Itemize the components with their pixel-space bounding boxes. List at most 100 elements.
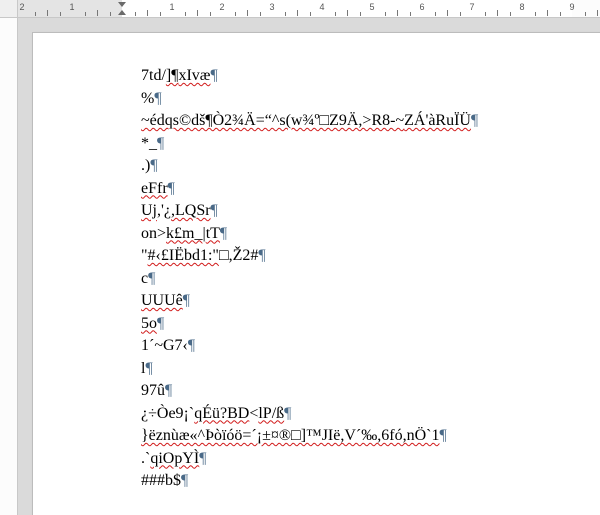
text-content[interactable]: 7td/]¶xIvæ¶%¶~édqs©dš¶Ò2¾Ä=“^s(w¾º□Z9Ä,>… xyxy=(141,65,600,493)
text-run[interactable]: .` xyxy=(141,450,150,467)
text-run[interactable]: □,Ž2# xyxy=(219,247,258,264)
text-line[interactable]: UUUê¶ xyxy=(141,290,600,313)
ruler-tick xyxy=(547,10,548,16)
ruler-number: 6 xyxy=(419,2,424,12)
spellcheck-error[interactable]: qÉü?BD xyxy=(194,405,249,422)
ruler-tick xyxy=(560,12,561,16)
text-run[interactable]: * xyxy=(141,135,149,152)
ruler-tick xyxy=(460,12,461,16)
ruler-corner xyxy=(0,0,18,18)
spellcheck-error[interactable]: k£m_ xyxy=(166,225,202,242)
spellcheck-error[interactable]: ]¶ xyxy=(166,67,179,84)
ruler-tick xyxy=(247,10,248,16)
text-line[interactable]: 97û¶ xyxy=(141,380,600,403)
pilcrow-icon: ¶ xyxy=(157,315,164,332)
spellcheck-error[interactable]: ZÁ'àRuÏÜ xyxy=(404,112,471,129)
text-run[interactable]: on> xyxy=(141,225,166,242)
text-line[interactable]: 5o¶ xyxy=(141,313,600,336)
ruler-number: 2 xyxy=(219,2,224,12)
text-run[interactable]: ###b$ xyxy=(141,472,181,489)
workspace: 7td/]¶xIvæ¶%¶~édqs©dš¶Ò2¾Ä=“^s(w¾º□Z9Ä,>… xyxy=(18,18,600,515)
spellcheck-error[interactable]: tT xyxy=(206,225,220,242)
text-line[interactable]: .`qiOpYÌ¶ xyxy=(141,448,600,471)
text-line[interactable]: 1´~G7‹¶ xyxy=(141,335,600,358)
text-line[interactable]: .)¶ xyxy=(141,155,600,178)
ruler-tick xyxy=(535,12,536,16)
spellcheck-error[interactable]: ~édqs©dš¶Ò2¾Ä=“^s(w¾º□Z9Ä,>R8-~ xyxy=(141,112,404,129)
ruler-tick xyxy=(60,12,61,16)
ruler-tick xyxy=(585,12,586,16)
ruler-tick xyxy=(510,12,511,16)
spellcheck-error[interactable]: Uj xyxy=(141,202,157,219)
text-line[interactable]: ¿÷Òe9¡`qÉü?BD<lP/ß¶ xyxy=(141,403,600,426)
ruler-tick xyxy=(135,12,136,16)
spellcheck-error[interactable]: qiOpYÌ xyxy=(150,450,199,467)
ruler-tick xyxy=(260,12,261,16)
pilcrow-icon: ¶ xyxy=(181,472,188,489)
text-line[interactable]: }ëznùæ«^Þòïóö=´¡±¤®□]™JIë,V´‰,6fó,nÖ`1¶ xyxy=(141,425,600,448)
spellcheck-error[interactable]: UUUê xyxy=(141,292,183,309)
ruler-tick xyxy=(235,12,236,16)
text-run[interactable]: _ xyxy=(149,135,157,152)
text-line[interactable]: ###b$¶ xyxy=(141,470,600,493)
text-run[interactable]: ,' xyxy=(157,202,164,219)
text-line[interactable]: 7td/]¶xIvæ¶ xyxy=(141,65,600,88)
pilcrow-icon: ¶ xyxy=(199,450,206,467)
text-line[interactable]: l¶ xyxy=(141,358,600,381)
pilcrow-icon: ¶ xyxy=(439,427,446,444)
horizontal-ruler[interactable]: 21123456789 xyxy=(18,0,600,18)
text-line[interactable]: *_¶ xyxy=(141,133,600,156)
ruler-tick xyxy=(397,10,398,16)
text-run[interactable]: 1´~G7‹ xyxy=(141,337,188,354)
ruler-tick xyxy=(335,12,336,16)
ruler-number: 1 xyxy=(169,2,174,12)
ruler-tick xyxy=(360,12,361,16)
ruler-tick xyxy=(110,12,111,16)
vertical-ruler[interactable] xyxy=(0,18,18,515)
text-run[interactable]: .) xyxy=(141,157,150,174)
ruler-tick xyxy=(435,12,436,16)
pilcrow-icon: ¶ xyxy=(165,382,172,399)
ruler-number: 7 xyxy=(469,2,474,12)
ruler-tick xyxy=(160,12,161,16)
text-line[interactable]: Uj,'¿,LQSr¶ xyxy=(141,200,600,223)
text-run[interactable]: % xyxy=(141,90,154,107)
spellcheck-error[interactable]: xIvæ xyxy=(178,67,210,84)
ruler-number: 8 xyxy=(519,2,524,12)
ruler-tick xyxy=(385,12,386,16)
spellcheck-error[interactable]: 5o xyxy=(141,315,157,332)
pilcrow-icon: ¶ xyxy=(168,180,175,197)
page[interactable]: 7td/]¶xIvæ¶%¶~édqs©dš¶Ò2¾Ä=“^s(w¾º□Z9Ä,>… xyxy=(32,32,600,515)
ruler-tick xyxy=(35,12,36,16)
spellcheck-error[interactable]: ¿,LQSr xyxy=(164,202,211,219)
first-line-indent-marker[interactable] xyxy=(118,2,126,7)
pilcrow-icon: ¶ xyxy=(210,67,217,84)
spellcheck-error[interactable]: lP/ß xyxy=(258,405,284,422)
text-line[interactable]: eFfr¶ xyxy=(141,178,600,201)
pilcrow-icon: ¶ xyxy=(284,405,291,422)
ruler-tick xyxy=(147,10,148,16)
ruler-tick xyxy=(85,12,86,16)
left-indent-marker[interactable] xyxy=(118,10,126,15)
text-line[interactable]: %¶ xyxy=(141,88,600,111)
text-run[interactable]: 7td/ xyxy=(141,67,166,84)
text-line[interactable]: ~édqs©dš¶Ò2¾Ä=“^s(w¾º□Z9Ä,>R8-~ZÁ'àRuÏÜ¶ xyxy=(141,110,600,133)
text-line[interactable]: c¶ xyxy=(141,268,600,291)
pilcrow-icon: ¶ xyxy=(220,225,227,242)
text-run[interactable]: 97û xyxy=(141,382,165,399)
text-line[interactable]: "#‹£IËbd1:"□,Ž2#¶ xyxy=(141,245,600,268)
text-line[interactable]: on>k£m_|tT¶ xyxy=(141,223,600,246)
spellcheck-error[interactable]: }ëznùæ«^Þòïóö=´¡±¤®□]™JIë,V´‰,6fó,nÖ`1 xyxy=(141,427,439,444)
pilcrow-icon: ¶ xyxy=(157,135,164,152)
spellcheck-error[interactable]: #‹£IËbd1:" xyxy=(148,247,219,264)
pilcrow-icon: ¶ xyxy=(471,112,478,129)
text-run[interactable]: ¿÷Òe9¡` xyxy=(141,405,194,422)
ruler-tick xyxy=(597,10,598,16)
pilcrow-icon: ¶ xyxy=(148,270,155,287)
ruler-number: 4 xyxy=(319,2,324,12)
ruler-number: 5 xyxy=(369,2,374,12)
text-run[interactable]: < xyxy=(249,405,258,422)
ruler-number: 9 xyxy=(569,2,574,12)
spellcheck-error[interactable]: eFfr xyxy=(141,180,168,197)
ruler-tick xyxy=(297,10,298,16)
